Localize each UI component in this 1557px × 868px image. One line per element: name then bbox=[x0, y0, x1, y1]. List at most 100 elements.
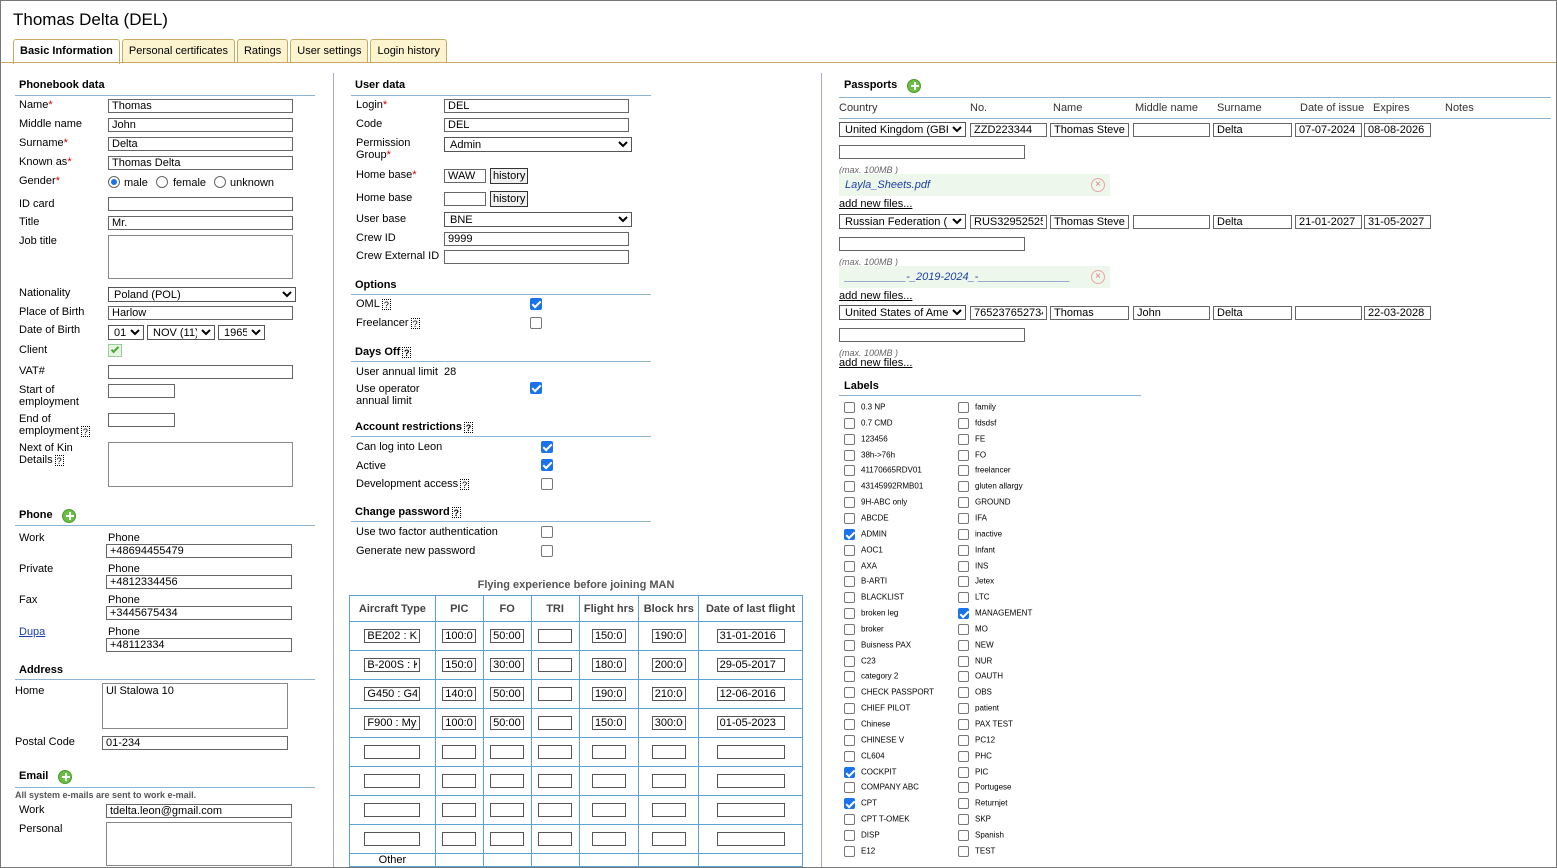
label-checkbox[interactable] bbox=[958, 671, 969, 683]
label-checkbox[interactable] bbox=[958, 687, 969, 699]
experience-input[interactable] bbox=[591, 687, 626, 701]
dob-day-select[interactable]: 01 bbox=[108, 325, 144, 340]
dev-access-checkbox[interactable] bbox=[541, 478, 553, 490]
passport-no-input[interactable] bbox=[970, 215, 1047, 229]
label-checkbox[interactable] bbox=[844, 449, 855, 461]
label-checkbox[interactable] bbox=[958, 481, 969, 493]
experience-input[interactable] bbox=[716, 629, 785, 643]
user-base-select[interactable]: BNE bbox=[444, 212, 632, 227]
tab-personal-certificates[interactable]: Personal certificates bbox=[121, 39, 235, 63]
operator-limit-checkbox[interactable] bbox=[530, 382, 542, 394]
oml-checkbox[interactable] bbox=[530, 298, 542, 310]
label-checkbox[interactable] bbox=[958, 829, 969, 841]
passport-country-select[interactable]: Russian Federation (R bbox=[839, 214, 966, 229]
experience-input[interactable] bbox=[490, 687, 525, 701]
phone-dupa-link[interactable]: Dupa bbox=[19, 626, 45, 638]
label-checkbox[interactable] bbox=[958, 576, 969, 588]
add-passport-icon[interactable] bbox=[907, 79, 921, 93]
passport-issue-input[interactable] bbox=[1295, 123, 1362, 137]
experience-input[interactable] bbox=[538, 658, 573, 672]
add-new-files-link[interactable]: add new files... bbox=[839, 357, 912, 369]
label-checkbox[interactable] bbox=[958, 544, 969, 556]
job-title-textarea[interactable] bbox=[108, 235, 293, 279]
label-checkbox[interactable] bbox=[844, 465, 855, 477]
passport-no-input[interactable] bbox=[970, 306, 1047, 320]
experience-input[interactable] bbox=[490, 803, 525, 817]
experience-input[interactable] bbox=[591, 803, 626, 817]
label-checkbox[interactable] bbox=[958, 608, 969, 620]
label-checkbox[interactable] bbox=[844, 544, 855, 556]
label-checkbox[interactable] bbox=[844, 560, 855, 572]
experience-input[interactable] bbox=[538, 774, 573, 788]
label-checkbox[interactable] bbox=[844, 402, 855, 413]
experience-input[interactable] bbox=[651, 803, 686, 817]
label-checkbox[interactable] bbox=[958, 512, 969, 524]
experience-input[interactable] bbox=[716, 687, 785, 701]
passport-name-input[interactable] bbox=[1050, 215, 1129, 229]
label-checkbox[interactable] bbox=[844, 576, 855, 588]
experience-input[interactable] bbox=[442, 745, 477, 759]
passport-notes-input[interactable] bbox=[839, 237, 1025, 251]
label-checkbox[interactable] bbox=[958, 592, 969, 604]
experience-input[interactable] bbox=[651, 774, 686, 788]
passport-middle-input[interactable] bbox=[1133, 123, 1210, 137]
id-card-input[interactable] bbox=[108, 197, 293, 211]
passport-middle-input[interactable] bbox=[1133, 306, 1210, 320]
experience-input[interactable] bbox=[538, 629, 573, 643]
label-checkbox[interactable] bbox=[844, 623, 855, 635]
experience-input[interactable] bbox=[364, 774, 421, 788]
passport-surname-input[interactable] bbox=[1213, 306, 1292, 320]
label-checkbox[interactable] bbox=[844, 433, 855, 445]
home-base-2-input[interactable] bbox=[444, 192, 486, 206]
title-input[interactable] bbox=[108, 216, 293, 230]
experience-input[interactable] bbox=[490, 716, 525, 730]
tab-basic-information[interactable]: Basic Information bbox=[13, 39, 120, 64]
experience-input[interactable] bbox=[364, 832, 421, 846]
experience-input[interactable] bbox=[651, 629, 686, 643]
phone-dupa-input[interactable] bbox=[106, 638, 292, 652]
start-of-employment-input[interactable] bbox=[108, 384, 175, 398]
experience-input[interactable] bbox=[591, 745, 626, 759]
email-personal-textarea[interactable] bbox=[106, 822, 292, 866]
experience-input[interactable] bbox=[442, 629, 477, 643]
home-base-2-history-button[interactable]: history bbox=[490, 191, 529, 207]
label-checkbox[interactable] bbox=[958, 560, 969, 572]
label-checkbox[interactable] bbox=[958, 528, 969, 540]
passport-no-input[interactable] bbox=[970, 123, 1047, 137]
experience-input[interactable] bbox=[651, 658, 686, 672]
experience-input[interactable] bbox=[538, 832, 573, 846]
address-home-textarea[interactable]: Ul Stalowa 10 bbox=[102, 683, 288, 729]
experience-input[interactable] bbox=[364, 745, 421, 759]
dob-year-select[interactable]: 1965 bbox=[218, 325, 265, 340]
label-checkbox[interactable] bbox=[844, 671, 855, 683]
passport-country-select[interactable]: United Kingdom (GBR bbox=[839, 122, 966, 137]
label-checkbox[interactable] bbox=[844, 687, 855, 699]
gender-unknown-radio[interactable] bbox=[214, 176, 226, 188]
experience-input[interactable] bbox=[716, 745, 785, 759]
add-email-icon[interactable] bbox=[58, 770, 72, 784]
experience-input[interactable] bbox=[364, 803, 421, 817]
phone-fax-input[interactable] bbox=[106, 606, 292, 620]
middle-name-input[interactable] bbox=[108, 118, 293, 132]
name-input[interactable] bbox=[108, 99, 293, 113]
label-checkbox[interactable] bbox=[958, 750, 969, 762]
passport-expires-input[interactable] bbox=[1364, 123, 1431, 137]
experience-input[interactable] bbox=[442, 658, 477, 672]
label-checkbox[interactable] bbox=[958, 703, 969, 715]
passport-issue-input[interactable] bbox=[1295, 306, 1362, 320]
label-checkbox[interactable] bbox=[958, 845, 969, 857]
label-checkbox[interactable] bbox=[844, 639, 855, 651]
label-checkbox[interactable] bbox=[958, 623, 969, 635]
label-checkbox[interactable] bbox=[958, 639, 969, 651]
experience-input[interactable] bbox=[651, 716, 686, 730]
delete-file-icon[interactable]: × bbox=[1091, 270, 1105, 284]
passport-name-input[interactable] bbox=[1050, 306, 1129, 320]
experience-input[interactable] bbox=[364, 687, 421, 701]
label-checkbox[interactable] bbox=[958, 417, 969, 429]
label-checkbox[interactable] bbox=[958, 655, 969, 667]
label-checkbox[interactable] bbox=[844, 734, 855, 746]
experience-input[interactable] bbox=[651, 687, 686, 701]
passport-expires-input[interactable] bbox=[1364, 306, 1431, 320]
passport-expires-input[interactable] bbox=[1364, 215, 1431, 229]
label-checkbox[interactable] bbox=[958, 465, 969, 477]
